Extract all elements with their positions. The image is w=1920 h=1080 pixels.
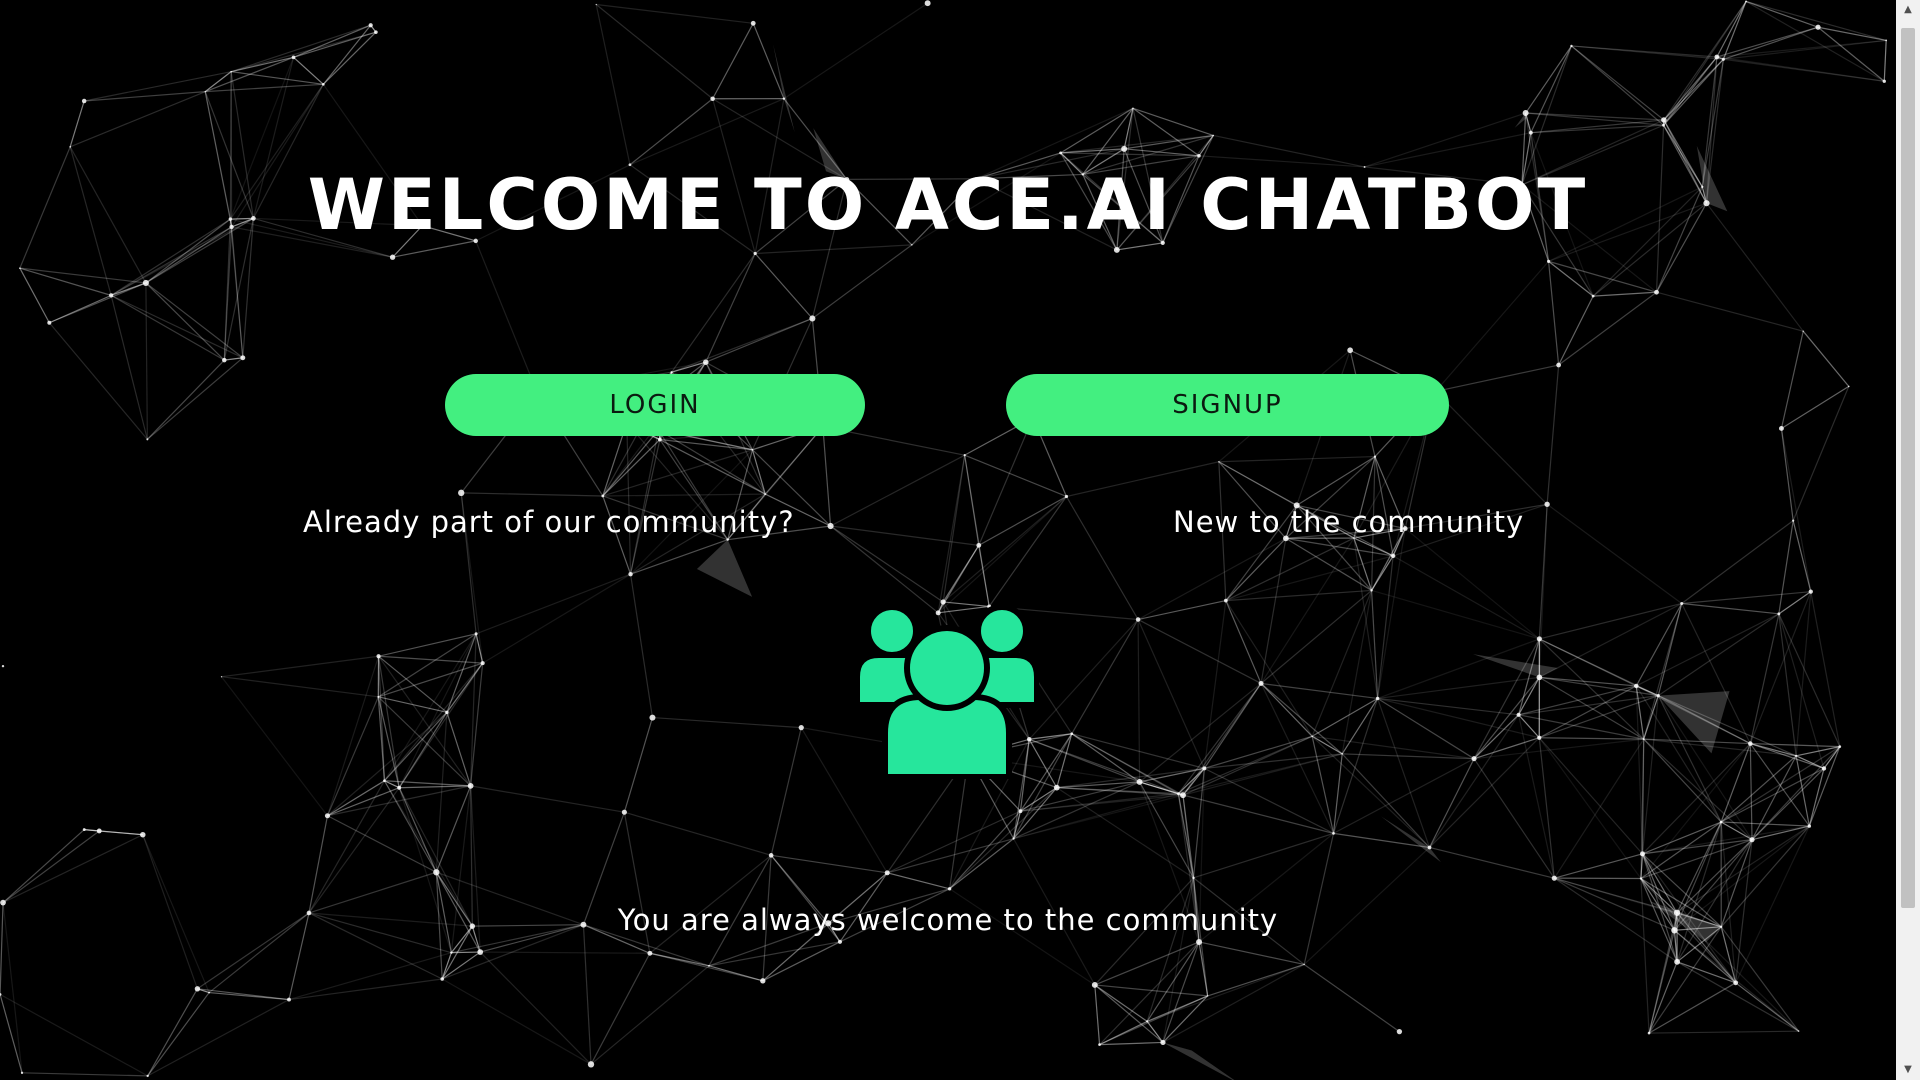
page-title: WELCOME TO ACE.AI CHATBOT	[307, 164, 1589, 246]
scroll-up-icon[interactable]: ▲	[1896, 0, 1920, 20]
community-users-icon	[855, 605, 1039, 779]
community-tagline: You are always welcome to the community	[617, 903, 1279, 937]
vertical-scrollbar[interactable]: ▲ ▼	[1896, 0, 1920, 1080]
scroll-down-icon[interactable]: ▼	[1896, 1060, 1920, 1080]
signup-caption: New to the community	[1173, 505, 1525, 539]
login-button[interactable]: LOGIN	[445, 374, 865, 436]
login-caption: Already part of our community?	[303, 505, 795, 539]
scrollbar-thumb[interactable]	[1901, 28, 1915, 908]
signup-button[interactable]: SIGNUP	[1006, 374, 1449, 436]
